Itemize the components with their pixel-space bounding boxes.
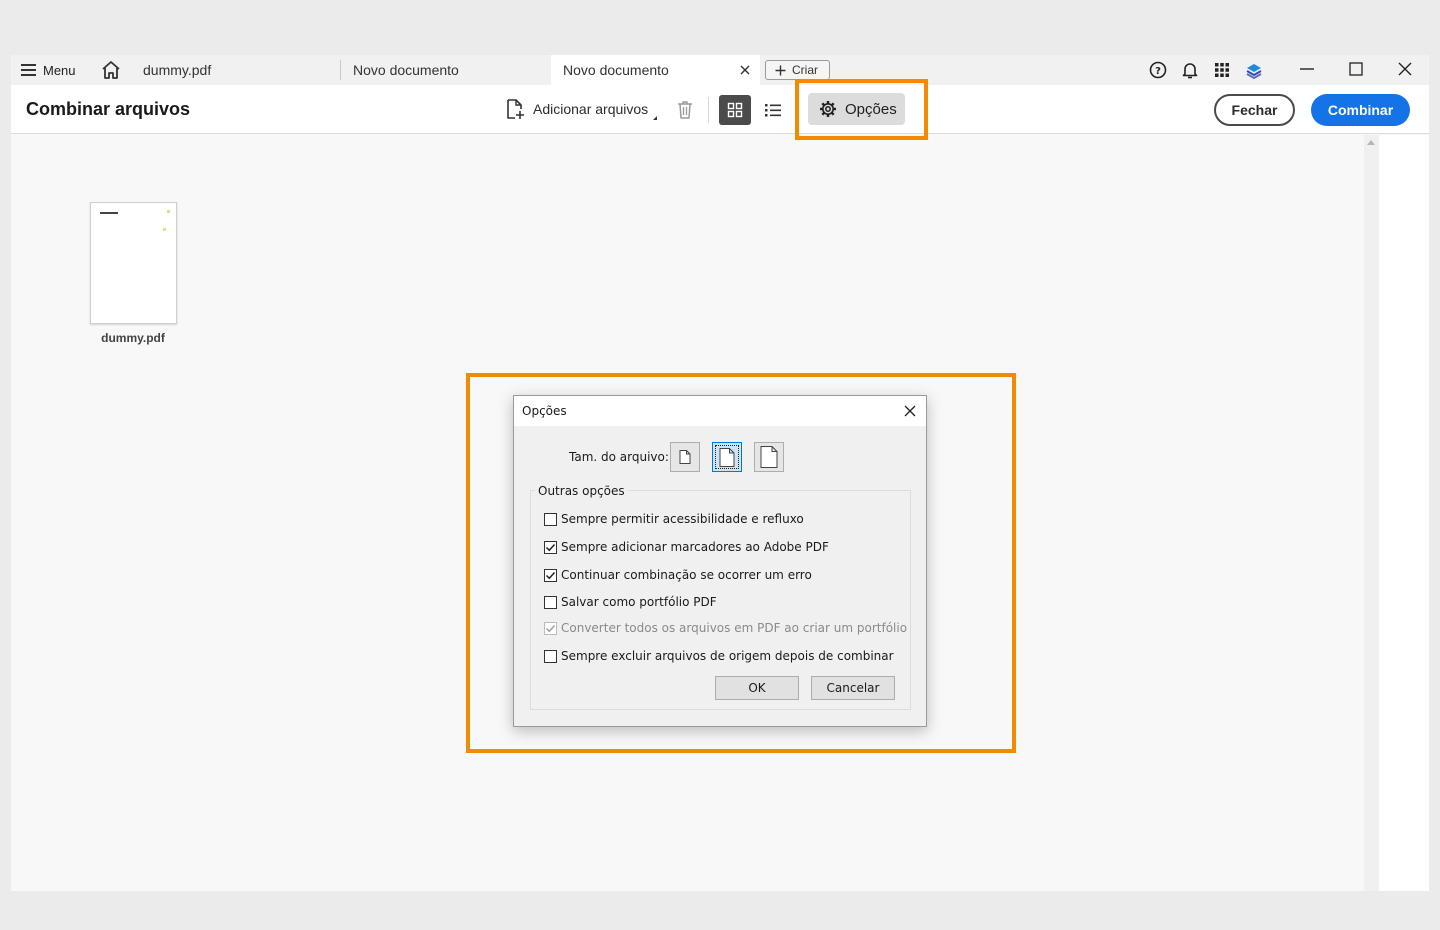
file-size-label: Tam. do arquivo: (569, 450, 669, 464)
option-label: Converter todos os arquivos em PDF ao cr… (561, 621, 908, 635)
option-checkbox-row[interactable]: Sempre excluir arquivos de origem depois… (544, 648, 894, 664)
option-checkbox-row[interactable]: Sempre permitir acessibilidade e refluxo (544, 511, 804, 527)
combine-button[interactable]: Combinar (1311, 94, 1410, 126)
thumbnail-mark (163, 228, 166, 231)
dialog-titlebar: Opções (514, 396, 926, 426)
svg-text:?: ? (1155, 66, 1161, 77)
file-name-label: dummy.pdf (101, 331, 165, 345)
checkbox-checked-icon (544, 621, 557, 635)
page-title: Combinar arquivos (26, 99, 191, 119)
help-icon[interactable]: ? (1148, 60, 1168, 80)
tab-label: Novo documento (353, 62, 459, 78)
right-pane (1379, 135, 1429, 891)
add-file-icon (507, 99, 524, 119)
cancel-button[interactable]: Cancelar (811, 676, 895, 700)
option-checkbox-row: Converter todos os arquivos em PDF ao cr… (544, 620, 907, 636)
file-size-large-button[interactable] (754, 442, 784, 472)
layers-icon[interactable] (1244, 60, 1264, 80)
option-label: Salvar como portfólio PDF (561, 595, 717, 609)
page-small-icon (679, 450, 691, 464)
toolbar-divider (708, 97, 709, 123)
dialog-title: Opções (522, 404, 567, 418)
grid-view-button[interactable] (719, 95, 751, 125)
option-checkbox-row[interactable]: Continuar combinação se ocorrer um erro (544, 567, 812, 583)
grid-view-icon (727, 102, 743, 118)
option-label: Sempre excluir arquivos de origem depois… (561, 649, 894, 663)
list-view-icon[interactable] (763, 99, 783, 121)
thumbnail-text-line (100, 212, 118, 214)
plus-icon (775, 65, 786, 75)
tab-close-icon[interactable] (737, 62, 753, 78)
ok-button[interactable]: OK (715, 676, 799, 700)
home-icon[interactable] (100, 60, 122, 80)
bell-icon[interactable] (1180, 60, 1200, 80)
combine-toolbar: Combinar arquivos Adicionar arquivos Opç… (11, 85, 1429, 134)
checkbox-unchecked-icon[interactable] (544, 512, 557, 526)
option-label: Sempre adicionar marcadores ao Adobe PDF (561, 540, 829, 554)
tab-dummy-pdf[interactable]: dummy.pdf (131, 55, 341, 85)
create-button[interactable]: Criar (765, 60, 830, 80)
tab-bar: Menu dummy.pdf Novo documento Novo docum… (11, 55, 1429, 85)
option-checkbox-row[interactable]: Sempre adicionar marcadores ao Adobe PDF (544, 539, 829, 555)
minimize-icon[interactable] (1297, 60, 1317, 80)
apps-grid-icon[interactable] (1212, 60, 1232, 80)
other-options-title: Outras opções (535, 484, 628, 498)
tab-label: dummy.pdf (143, 62, 212, 78)
option-label: Continuar combinação se ocorrer um erro (561, 568, 812, 582)
create-label: Criar (792, 63, 818, 77)
dropdown-caret-icon[interactable] (653, 116, 657, 120)
menu-label: Menu (43, 62, 76, 78)
dialog-close-icon[interactable] (902, 403, 918, 419)
file-size-small-button[interactable] (670, 442, 700, 472)
menu-button[interactable]: Menu (21, 55, 76, 85)
option-checkbox-row[interactable]: Salvar como portfólio PDF (544, 594, 717, 610)
maximize-icon[interactable] (1346, 60, 1366, 80)
scroll-up-arrow-icon[interactable] (1367, 140, 1375, 145)
page-medium-icon (719, 447, 735, 467)
checkbox-unchecked-icon[interactable] (544, 595, 557, 609)
file-thumbnail[interactable] (90, 202, 177, 324)
checkbox-unchecked-icon[interactable] (544, 649, 557, 663)
close-button[interactable]: Fechar (1214, 94, 1295, 126)
thumbnail-mark (167, 210, 170, 213)
tab-novo-documento-1[interactable]: Novo documento (341, 55, 551, 85)
checkbox-checked-icon[interactable] (544, 540, 557, 554)
vertical-scrollbar[interactable] (1364, 135, 1379, 891)
tab-novo-documento-active[interactable]: Novo documento (551, 55, 760, 85)
highlight-options-button (795, 79, 928, 140)
page-large-icon (760, 446, 778, 468)
file-size-medium-button[interactable] (712, 442, 742, 472)
add-files-button[interactable]: Adicionar arquivos (505, 97, 648, 121)
hamburger-icon (21, 64, 36, 76)
trash-icon[interactable] (675, 99, 695, 121)
tab-label: Novo documento (563, 62, 669, 78)
option-label: Sempre permitir acessibilidade e refluxo (561, 512, 804, 526)
close-icon[interactable] (1395, 60, 1415, 80)
options-dialog: Opções Tam. do arquivo: Outras opções Se… (513, 395, 927, 727)
checkbox-checked-icon[interactable] (544, 568, 557, 582)
add-files-label: Adicionar arquivos (533, 101, 649, 117)
